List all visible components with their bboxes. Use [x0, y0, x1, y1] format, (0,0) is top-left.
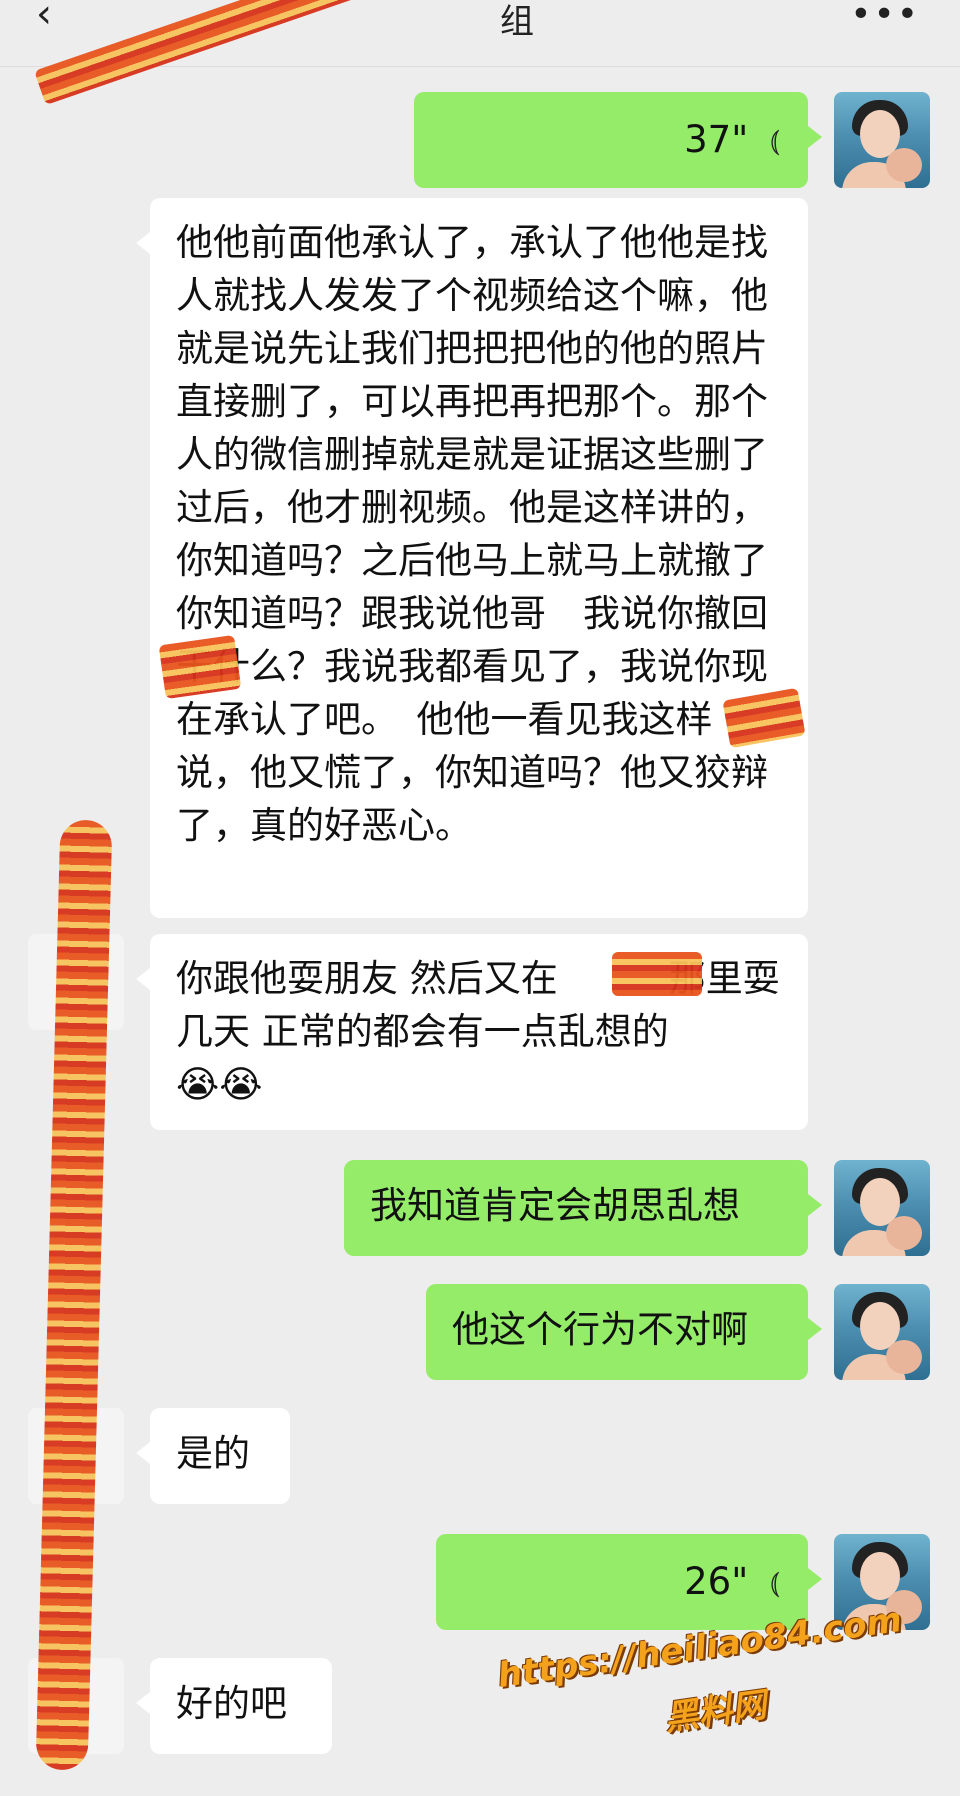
- message-text: 是的: [176, 1432, 250, 1475]
- redaction-mark: [158, 634, 242, 700]
- message-text: 他他前面他承认了，承认了他他是找人就找人发发了个视频给这个嘛，他就是说先让我们把…: [176, 221, 768, 847]
- message-row: 37" ⦅: [0, 92, 960, 188]
- message-text: 好的吧: [176, 1682, 287, 1725]
- avatar[interactable]: [834, 92, 930, 188]
- emoji-crying-icon: 😭😭: [176, 1063, 263, 1106]
- text-message-bubble[interactable]: 他这个行为不对啊: [426, 1284, 822, 1380]
- text-message-bubble[interactable]: 好的吧: [136, 1658, 332, 1754]
- voice-duration: 37": [684, 118, 749, 161]
- avatar[interactable]: [834, 1160, 930, 1256]
- voice-wave-icon: ⦅: [770, 123, 780, 158]
- message-text: 我知道肯定会胡思乱想: [370, 1184, 740, 1227]
- chevron-left-icon: ‹: [36, 0, 52, 37]
- back-button[interactable]: ‹: [36, 0, 76, 40]
- voice-duration: 26": [684, 1560, 749, 1603]
- message-row: 他他前面他承认了，承认了他他是找人就找人发发了个视频给这个嘛，他就是说先让我们把…: [0, 198, 960, 918]
- text-message-bubble[interactable]: 是的: [136, 1408, 290, 1504]
- text-message-bubble[interactable]: 他他前面他承认了，承认了他他是找人就找人发发了个视频给这个嘛，他就是说先让我们把…: [136, 198, 808, 918]
- avatar[interactable]: [834, 1284, 930, 1380]
- voice-message-bubble[interactable]: 37" ⦅: [414, 92, 822, 188]
- redaction-mark: [612, 952, 702, 996]
- message-row: 他这个行为不对啊: [0, 1284, 960, 1380]
- text-message-bubble[interactable]: 你跟他耍朋友 然后又在 那里耍几天 正常的都会有一点乱想的 😭😭: [136, 934, 808, 1130]
- voice-message-bubble[interactable]: 26" ⦅: [436, 1534, 822, 1630]
- message-row: 是的: [0, 1408, 960, 1504]
- message-row: 我知道肯定会胡思乱想: [0, 1160, 960, 1256]
- message-row: 好的吧: [0, 1658, 960, 1754]
- message-row: 你跟他耍朋友 然后又在 那里耍几天 正常的都会有一点乱想的 😭😭: [0, 934, 960, 1130]
- message-text: 他这个行为不对啊: [452, 1308, 748, 1351]
- more-options-button[interactable]: •••: [850, 0, 920, 35]
- chat-title: 组: [500, 2, 534, 42]
- text-message-bubble[interactable]: 我知道肯定会胡思乱想: [344, 1160, 822, 1256]
